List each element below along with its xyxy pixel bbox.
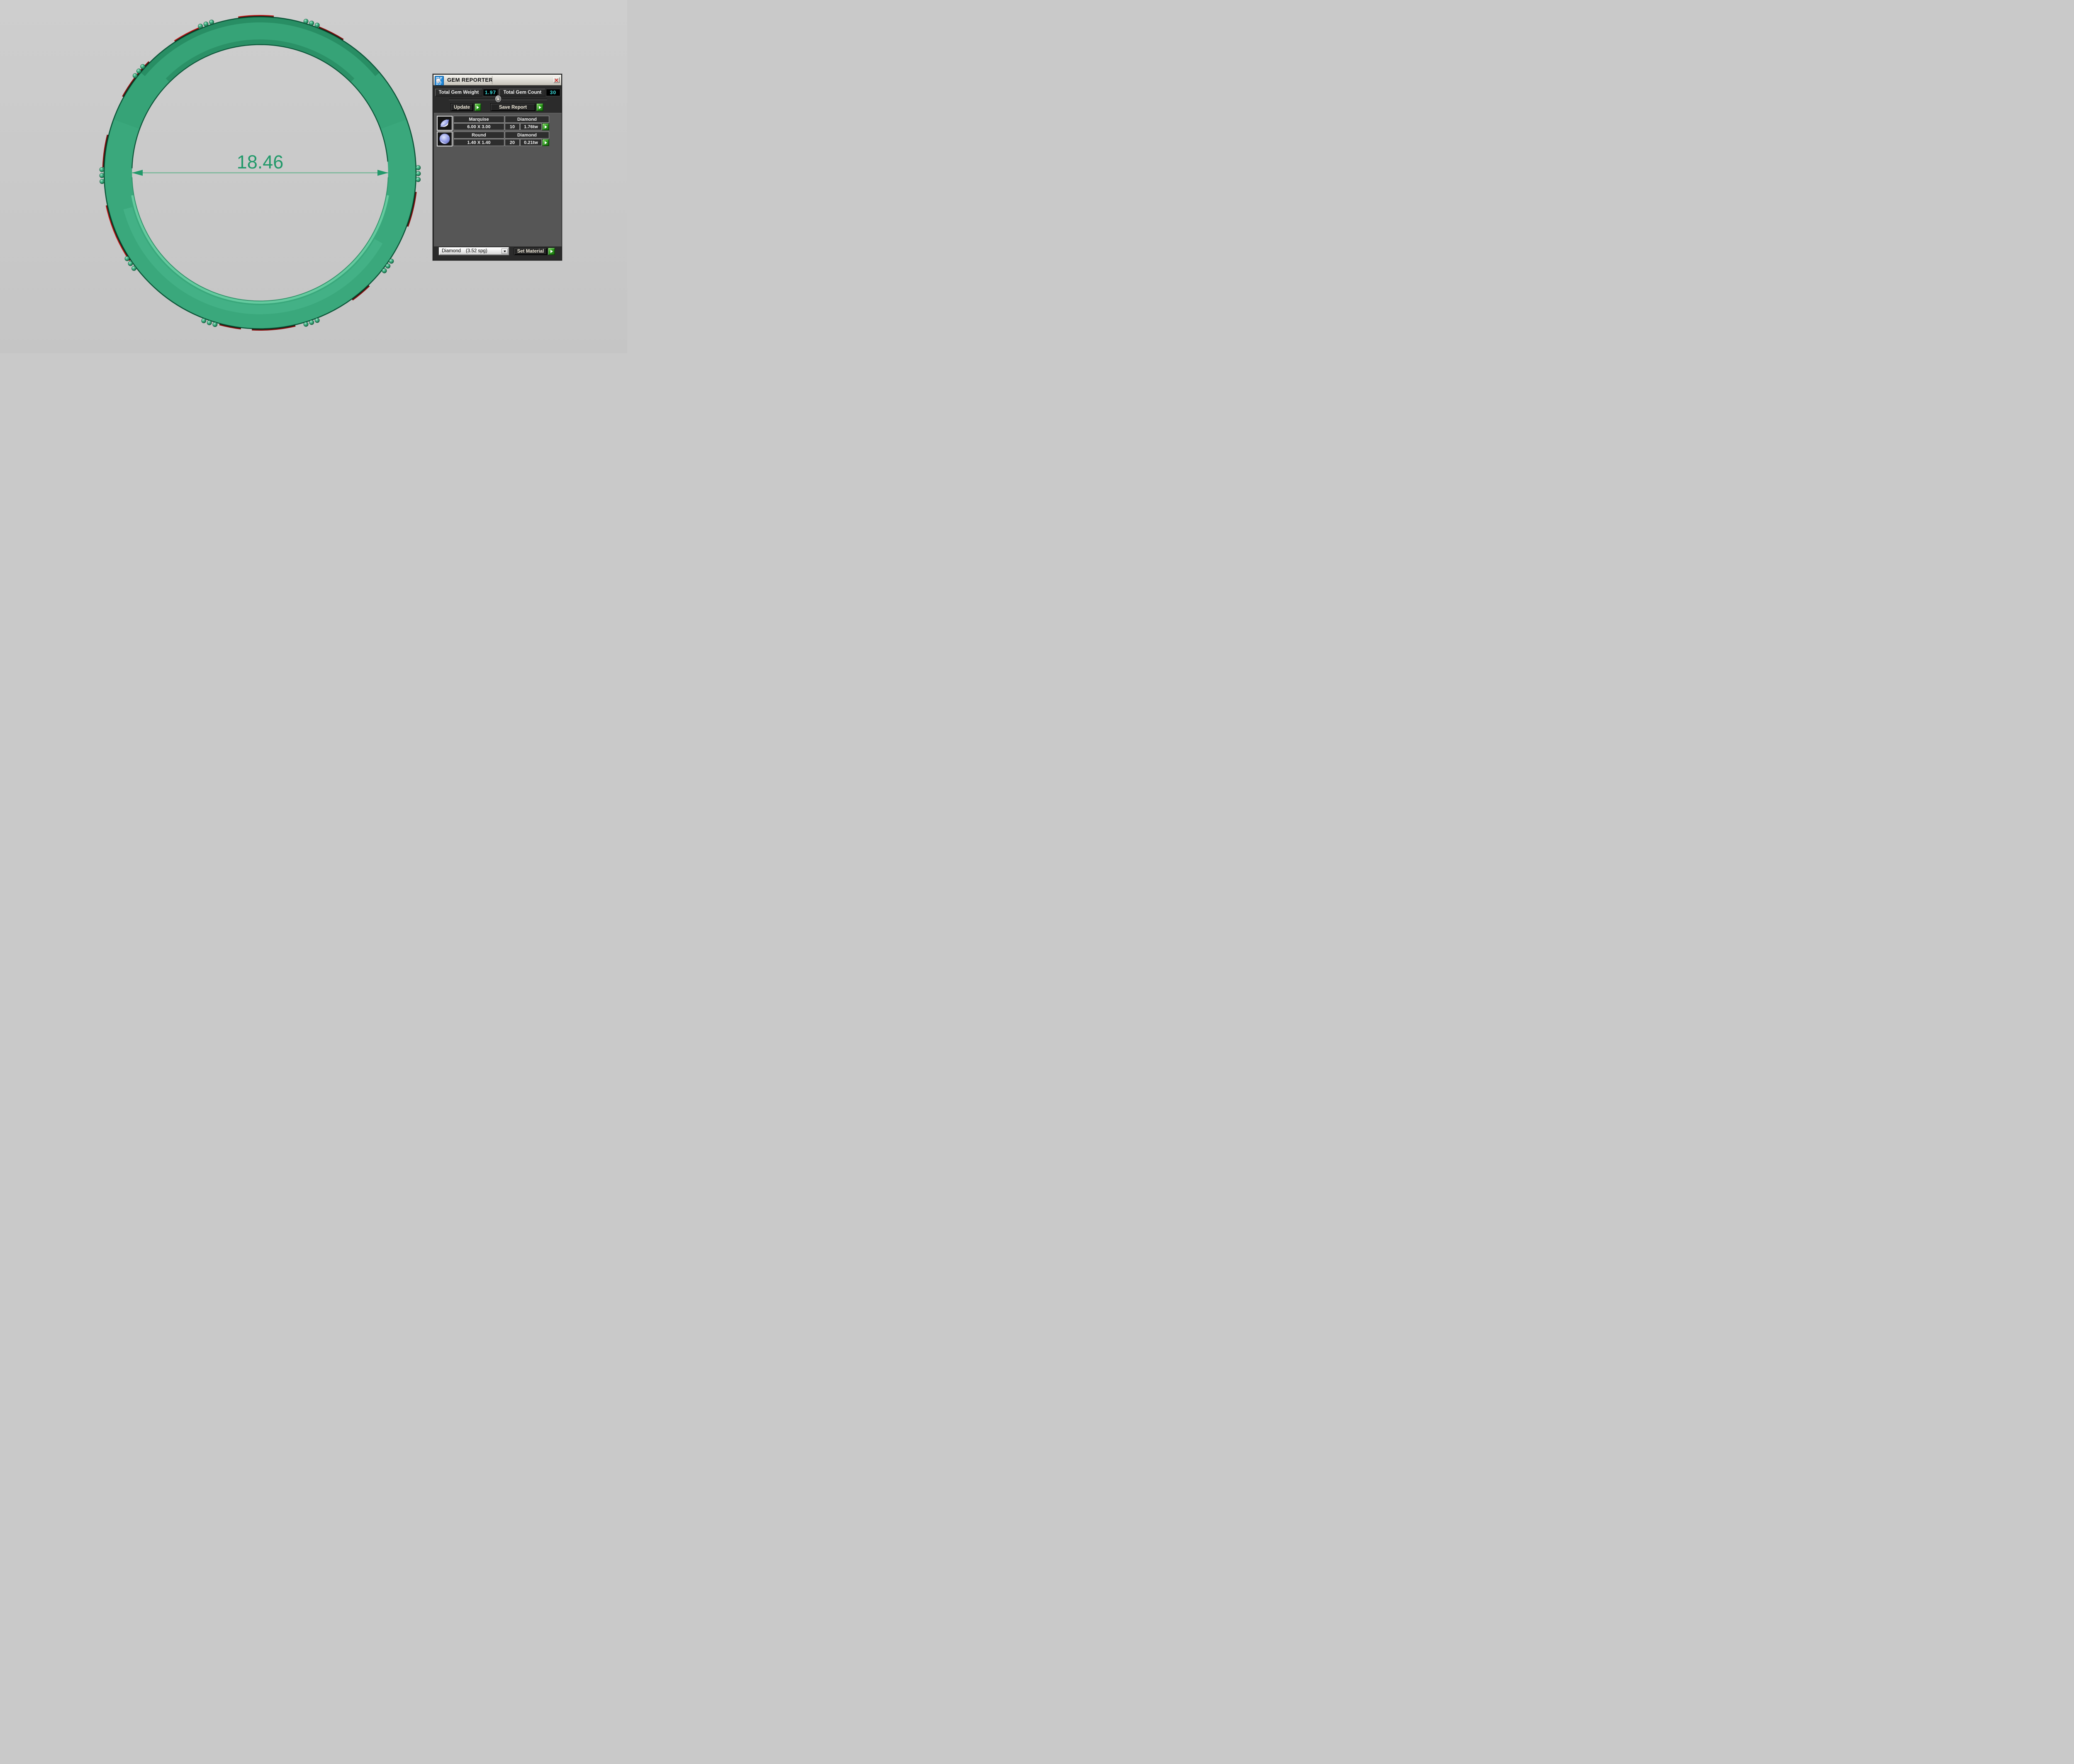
slider-knob-arrow-icon bbox=[497, 97, 499, 100]
close-icon bbox=[555, 78, 558, 82]
material-dropdown-density: (3.52 spg) bbox=[466, 249, 487, 253]
material-dropdown[interactable]: Diamond (3.52 spg) bbox=[439, 247, 509, 255]
prong-bead bbox=[131, 266, 136, 271]
prong-bead bbox=[303, 322, 309, 327]
gem-weight-cell: 1.76tw bbox=[520, 123, 542, 130]
prong-bead bbox=[382, 268, 387, 273]
gem-count-cell: 20 bbox=[505, 139, 520, 146]
go-arrow-icon bbox=[550, 250, 553, 253]
prong-bead bbox=[99, 173, 105, 178]
go-arrow-icon bbox=[544, 141, 547, 144]
gem-size-cell: 1.40 X 1.40 bbox=[453, 139, 504, 146]
prong-bead bbox=[198, 24, 203, 29]
dimension-arrowhead-right bbox=[377, 170, 388, 176]
prong-bead bbox=[207, 320, 212, 325]
prong-bead bbox=[416, 177, 421, 182]
prong-bead bbox=[385, 263, 391, 269]
prong-bead bbox=[140, 64, 146, 69]
gem-reporter-panel: GEM REPORTER Total Gem Weight 1.97 Total… bbox=[433, 74, 562, 261]
material-dropdown-value: Diamond bbox=[442, 249, 461, 253]
total-gem-weight-label: Total Gem Weight bbox=[435, 89, 482, 96]
prong-bead bbox=[389, 258, 394, 264]
cad-viewport[interactable]: 18.46 GEM REPORTER Total Gem Weight 1.97… bbox=[0, 0, 627, 353]
prong-bead bbox=[99, 167, 105, 172]
gem-row-round: Round Diamond 1.40 X 1.40 20 0.21tw bbox=[434, 132, 562, 147]
prong-bead bbox=[309, 320, 314, 325]
gem-shape-cell: Marquise bbox=[453, 116, 504, 123]
round-gem-icon bbox=[439, 133, 450, 144]
prong-bead bbox=[128, 261, 133, 266]
prong-bead bbox=[100, 179, 105, 184]
gem-row-go-button[interactable] bbox=[542, 139, 549, 146]
prong-bead bbox=[203, 22, 209, 27]
marquise-gem-icon bbox=[440, 119, 449, 127]
gem-weight-cell: 0.21tw bbox=[520, 139, 542, 146]
prong-bead bbox=[416, 165, 421, 171]
save-report-button[interactable]: Save Report bbox=[490, 103, 536, 111]
size-filter-slider-knob[interactable] bbox=[495, 95, 501, 102]
go-arrow-icon bbox=[544, 125, 547, 129]
close-button[interactable] bbox=[553, 77, 560, 83]
update-go-button[interactable] bbox=[475, 103, 481, 111]
prong-bead bbox=[416, 171, 421, 176]
gem-material-cell: Diamond bbox=[505, 132, 549, 139]
panel-title: GEM REPORTER bbox=[447, 77, 493, 83]
prong-bead bbox=[303, 19, 309, 24]
set-material-button[interactable]: Set Material bbox=[514, 248, 547, 255]
save-report-go-button[interactable] bbox=[536, 103, 543, 111]
prong-bead bbox=[132, 73, 138, 78]
prong-bead bbox=[201, 318, 207, 323]
gem-row-go-button[interactable] bbox=[542, 123, 549, 130]
go-arrow-icon bbox=[538, 105, 541, 109]
chevron-down-icon bbox=[503, 250, 506, 252]
gem-size-cell: 6.00 X 3.00 bbox=[453, 123, 504, 130]
prong-bead bbox=[124, 256, 130, 261]
gem-reporter-icon bbox=[435, 76, 444, 85]
go-arrow-icon bbox=[477, 105, 479, 109]
dimension-label: 18.46 bbox=[237, 151, 284, 173]
gem-material-cell: Diamond bbox=[505, 116, 549, 123]
prong-bead bbox=[309, 20, 314, 26]
panel-titlebar[interactable]: GEM REPORTER bbox=[433, 75, 561, 85]
prong-bead bbox=[314, 22, 320, 28]
round-gem-thumbnail[interactable] bbox=[437, 132, 453, 146]
total-gem-count-value: 30 bbox=[546, 89, 560, 96]
dimension-annotation: 18.46 bbox=[132, 151, 388, 176]
material-dropdown-button[interactable] bbox=[501, 249, 508, 254]
gem-count-cell: 10 bbox=[505, 123, 520, 130]
marquise-gem-thumbnail[interactable] bbox=[437, 116, 453, 131]
gem-row-marquise: Marquise Diamond 6.00 X 3.00 10 1.76tw bbox=[434, 116, 562, 131]
update-button[interactable]: Update bbox=[450, 103, 473, 111]
gem-shape-cell: Round bbox=[453, 132, 504, 139]
prong-bead bbox=[212, 322, 218, 327]
prong-bead bbox=[314, 318, 320, 323]
dimension-arrowhead-left bbox=[132, 170, 143, 176]
prong-bead bbox=[136, 68, 141, 74]
set-material-go-button[interactable] bbox=[548, 248, 555, 255]
total-gem-count-label: Total Gem Count bbox=[499, 89, 545, 96]
prong-bead bbox=[209, 19, 214, 25]
gem-list: Marquise Diamond 6.00 X 3.00 10 1.76tw R… bbox=[434, 113, 562, 246]
total-gem-weight-value: 1.97 bbox=[483, 89, 498, 96]
